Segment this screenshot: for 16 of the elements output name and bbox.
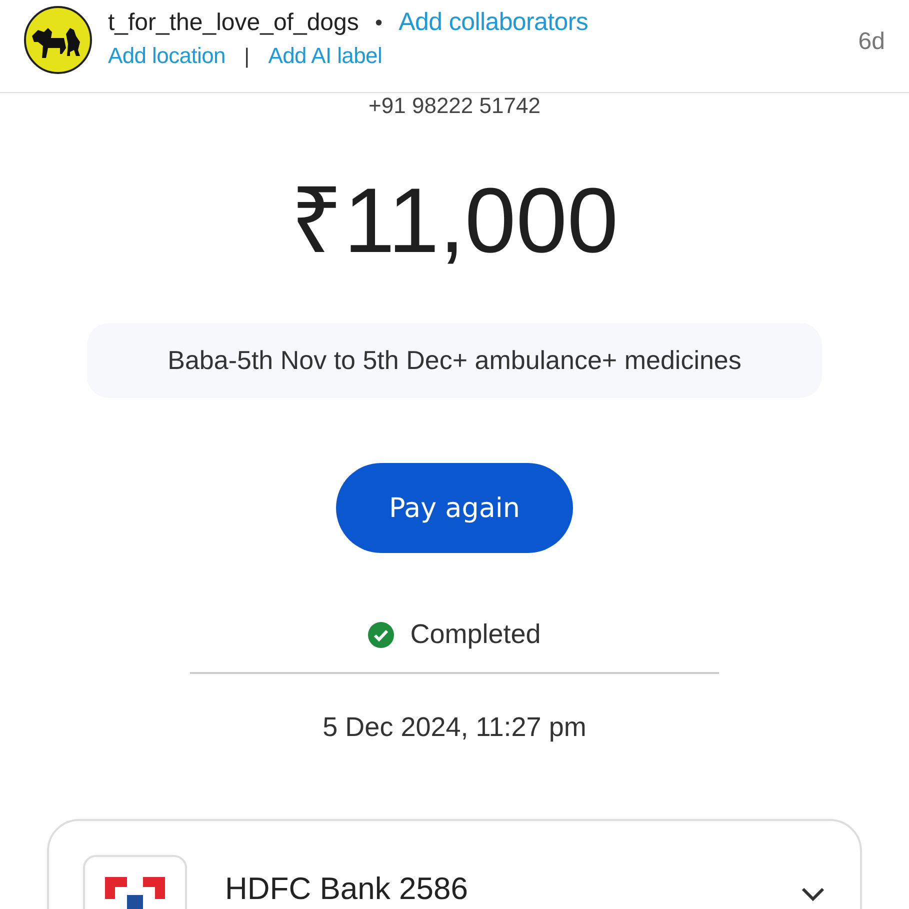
dog-avatar-icon [24, 6, 92, 74]
bank-account-card[interactable]: HDFC Bank 2586 [47, 819, 862, 909]
pay-again-button[interactable]: Pay again [336, 463, 573, 553]
payment-amount: ₹11,000 [290, 171, 618, 271]
add-ai-label-link[interactable]: Add AI label [268, 43, 382, 69]
username: t_for_the_love_of_dogs [108, 8, 359, 36]
separator-dot: • [372, 10, 385, 34]
status-label: Completed [410, 619, 541, 650]
payment-datetime: 5 Dec 2024, 11:27 pm [322, 712, 586, 743]
payment-note: Baba-5th Nov to 5th Dec+ ambulance+ medicines [87, 323, 822, 398]
link-separator: | [242, 44, 252, 68]
add-location-link[interactable]: Add location [108, 43, 226, 69]
post-age: 6d [858, 27, 885, 56]
phone-number: +91 98222 51742 [368, 93, 540, 119]
add-collaborators-link[interactable]: Add collaborators [398, 8, 588, 37]
bank-account-name: HDFC Bank 2586 [225, 870, 469, 907]
